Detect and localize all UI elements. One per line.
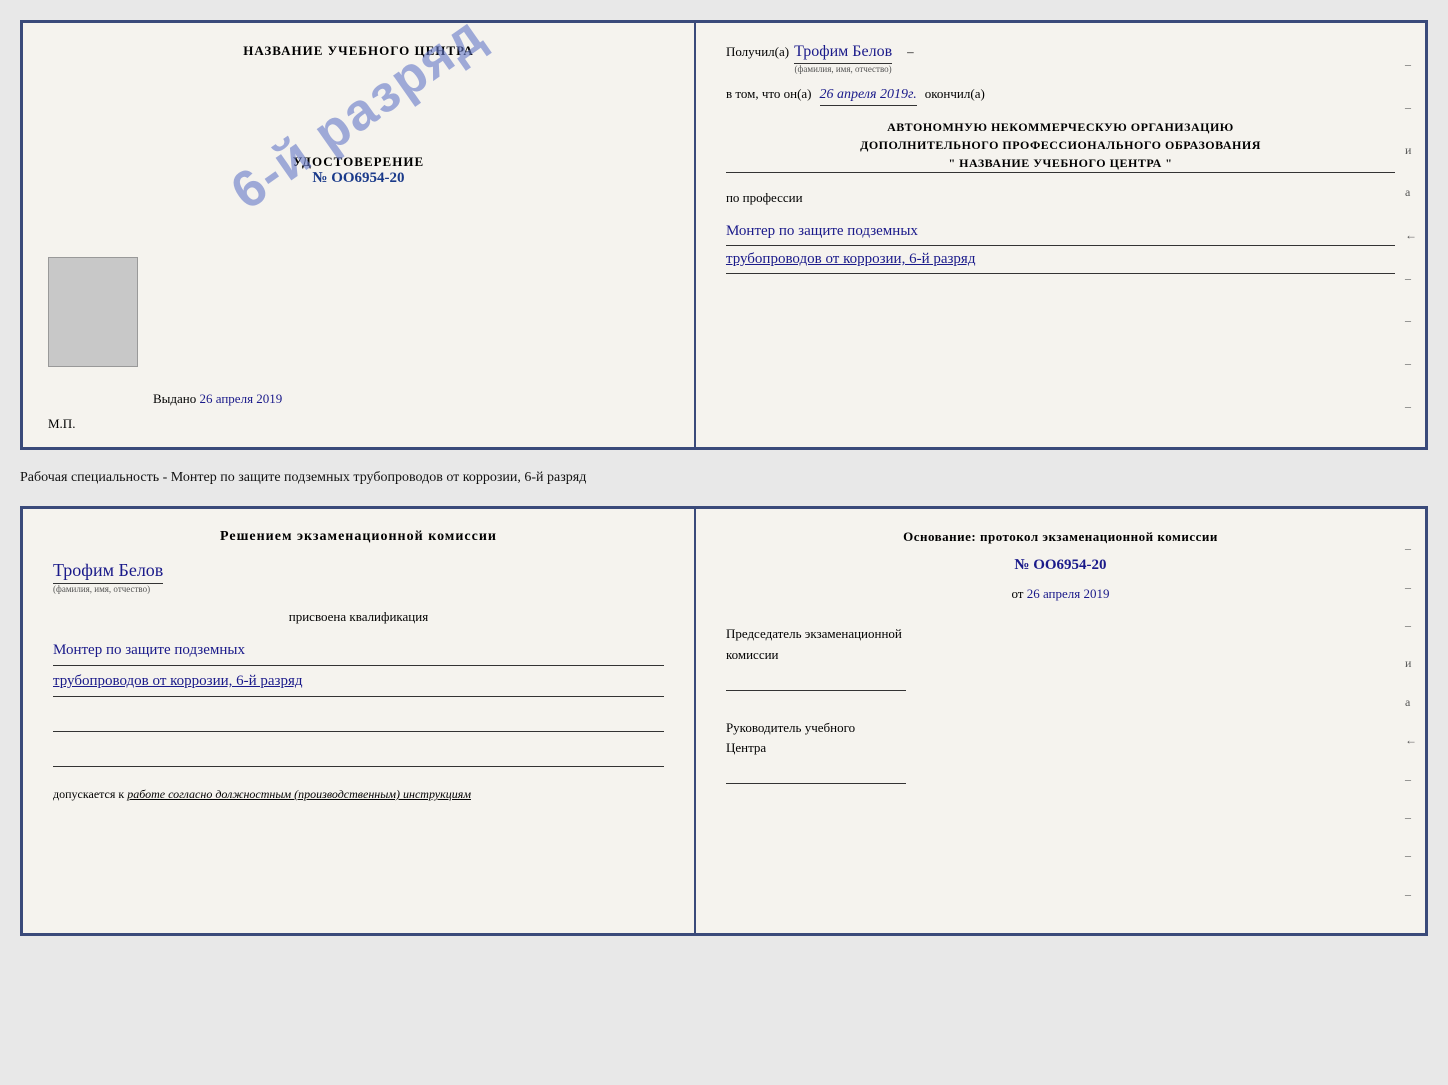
fio-sublabel-top: (фамилия, имя, отчество) [795, 64, 892, 74]
osnovanie-title: Основание: протокол экзаменационной коми… [726, 529, 1395, 545]
poluchil-label: Получил(а) [726, 44, 789, 60]
photo-placeholder [48, 257, 138, 367]
predsedatel-line1: Председатель экзаменационной [726, 624, 1395, 645]
middle-text: Рабочая специальность - Монтер по защите… [20, 462, 1428, 494]
completed-date: 26 апреля 2019г. [820, 87, 917, 106]
diagonal-stamp: 6-й разряд [221, 4, 496, 222]
ot-label: от [1011, 586, 1023, 601]
profession-block: Монтер по защите подземных трубопроводов… [726, 218, 1395, 274]
org-name: " НАЗВАНИЕ УЧЕБНОГО ЦЕНТРА " [726, 154, 1395, 173]
dash1: – [907, 44, 914, 60]
udost-num: № OO6954-20 [293, 170, 424, 187]
rukovoditel-block: Руководитель учебного Центра [726, 718, 1395, 785]
blank-line-1 [53, 712, 664, 732]
org-line1: АВТОНОМНУЮ НЕКОММЕРЧЕСКУЮ ОРГАНИЗАЦИЮ [726, 118, 1395, 136]
rukovoditel-sign-line [726, 764, 906, 784]
bottom-right-panel: – – – и а ← – – – – Основание: протокол … [696, 509, 1425, 933]
ot-date-block: от 26 апреля 2019 [726, 586, 1395, 602]
top-right-panel: – – и а ← – – – – Получил(а) Трофим Бело… [696, 23, 1425, 447]
qual-line2: трубопроводов от коррозии, 6-й разряд [53, 666, 664, 697]
bottom-name-block: Трофим Белов (фамилия, имя, отчество) [53, 560, 664, 594]
qual-line1: Монтер по защите подземных [53, 635, 664, 666]
blank-line-2 [53, 747, 664, 767]
dopuskaetsya-prefix: допускается к [53, 787, 124, 801]
profession-line1: Монтер по защите подземных [726, 218, 1395, 246]
recipient-name-top: Трофим Белов [794, 43, 892, 64]
ot-date: 26 апреля 2019 [1027, 586, 1110, 601]
udostoverenie-block: УДОСТОВЕРЕНИЕ № OO6954-20 [293, 154, 424, 187]
prisvoena-text: присвоена квалификация [53, 609, 664, 625]
bottom-side-dashes: – – – и а ← – – – – [1405, 509, 1417, 933]
i-label: и [1405, 144, 1417, 156]
vydano-line: Выдано 26 апреля 2019 [153, 391, 282, 407]
predsedatel-line2: комиссии [726, 645, 1395, 666]
rukovoditel-line2: Центра [726, 738, 1395, 759]
qualification-block: Монтер по защите подземных трубопроводов… [53, 635, 664, 697]
i-label2: и [1405, 657, 1417, 669]
predsedatel-sign-line [726, 671, 906, 691]
po-professii: по профессии [726, 190, 1395, 206]
top-left-panel: НАЗВАНИЕ УЧЕБНОГО ЦЕНТРА 6-й разряд УДОС… [23, 23, 696, 447]
org-text: АВТОНОМНУЮ НЕКОММЕРЧЕСКУЮ ОРГАНИЗАЦИЮ ДО… [726, 118, 1395, 173]
predsedatel-block: Председатель экзаменационной комиссии [726, 624, 1395, 691]
okonchill-label: окончил(а) [925, 86, 985, 102]
profession-line2: трубопроводов от коррозии, 6-й разряд [726, 246, 1395, 274]
top-left-title: НАЗВАНИЕ УЧЕБНОГО ЦЕНТРА [243, 43, 474, 59]
bottom-fio-sublabel: (фамилия, имя, отчество) [53, 584, 150, 594]
side-dashes: – – и а ← – – – – [1405, 23, 1417, 447]
org-line2: ДОПОЛНИТЕЛЬНОГО ПРОФЕССИОНАЛЬНОГО ОБРАЗО… [726, 136, 1395, 154]
protocol-num: № OO6954-20 [726, 557, 1395, 574]
rukovoditel-line1: Руководитель учебного [726, 718, 1395, 739]
bottom-left-panel: Решением экзаменационной комиссии Трофим… [23, 509, 696, 933]
top-document: НАЗВАНИЕ УЧЕБНОГО ЦЕНТРА 6-й разряд УДОС… [20, 20, 1428, 450]
bottom-recipient-name: Трофим Белов [53, 560, 163, 584]
poluchil-line: Получил(а) Трофим Белов (фамилия, имя, о… [726, 43, 1395, 74]
vydano-date: 26 апреля 2019 [200, 391, 283, 406]
vtom-label: в том, что он(а) [726, 86, 812, 102]
a-label2: а [1405, 696, 1417, 708]
udostoverenie-label: УДОСТОВЕРЕНИЕ [293, 154, 424, 170]
vtom-line: в том, что он(а) 26 апреля 2019г. окончи… [726, 86, 1395, 106]
mp-label: М.П. [48, 416, 75, 432]
dopuskaetsya-line: допускается к работе согласно должностны… [53, 787, 664, 802]
dopuskaetsya-text: работе согласно должностным (производств… [127, 787, 471, 801]
a-label: а [1405, 186, 1417, 198]
bottom-document: Решением экзаменационной комиссии Трофим… [20, 506, 1428, 936]
resheniem-title: Решением экзаменационной комиссии [53, 529, 664, 545]
page-wrapper: НАЗВАНИЕ УЧЕБНОГО ЦЕНТРА 6-й разряд УДОС… [20, 20, 1428, 936]
